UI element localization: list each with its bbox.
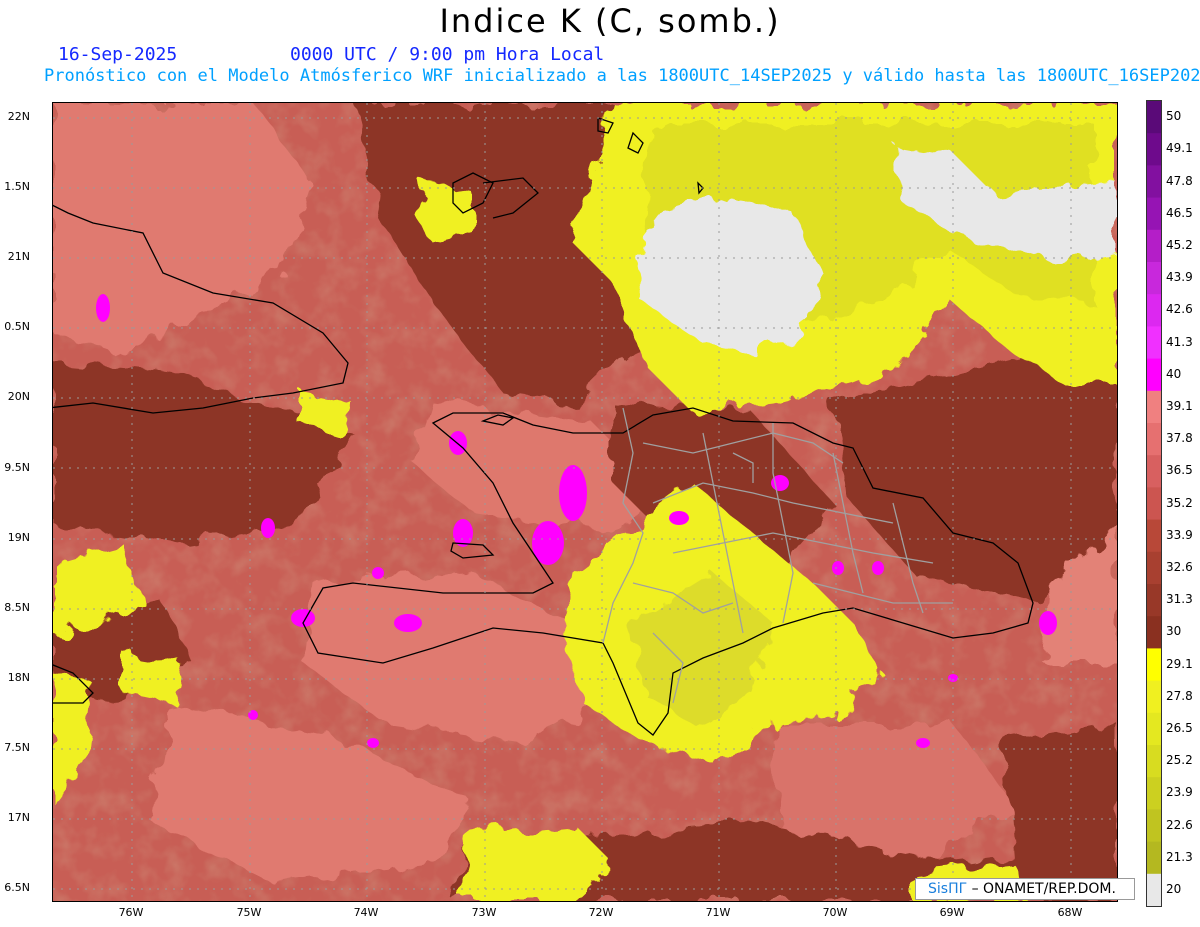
lon-label: 71W [705, 906, 731, 919]
lon-label: 74W [353, 906, 379, 919]
colorbar-label: 21.3 [1166, 849, 1193, 864]
colorbar-swatch [1147, 294, 1161, 327]
high-k-cell [261, 518, 275, 538]
colorbar-swatch [1147, 262, 1161, 295]
high-k-cell [372, 567, 384, 579]
lat-label: 8.5N [4, 601, 30, 614]
colorbar-swatch [1147, 423, 1161, 456]
onamet-credit: SisПГ – ONAMET/REP.DOM. [915, 878, 1135, 900]
sispi-logo: SisПГ [928, 881, 968, 897]
colorbar-label: 47.8 [1166, 173, 1193, 188]
lat-label: 19N [7, 531, 30, 544]
high-k-cell [96, 294, 110, 322]
colorbar-swatch [1147, 809, 1161, 843]
colorbar-swatch [1147, 455, 1161, 488]
lat-label: 21N [7, 250, 30, 263]
colorbar-label: 45.2 [1166, 237, 1193, 252]
colorbar-label: 22.6 [1166, 817, 1193, 832]
colorbar-label: 30 [1166, 624, 1182, 639]
lon-label: 72W [588, 906, 614, 919]
colorbar-label: 32.6 [1166, 559, 1193, 574]
colorbar-swatch [1147, 841, 1161, 875]
lon-label: 70W [822, 906, 848, 919]
colorbar-swatch [1147, 197, 1161, 231]
colorbar-swatch [1147, 680, 1161, 714]
lat-label: 1.5N [4, 180, 30, 193]
high-k-cell [367, 738, 379, 748]
lon-label: 73W [471, 906, 497, 919]
lon-label: 69W [939, 906, 965, 919]
model-run-info: Pronóstico con el Modelo Atmósferico WRF… [44, 66, 1200, 86]
high-k-cell [832, 561, 844, 575]
colorbar-label: 35.2 [1166, 495, 1193, 510]
high-k-cell [559, 465, 587, 521]
colorbar-label: 29.1 [1166, 656, 1193, 671]
forecast-time: 0000 UTC / 9:00 pm Hora Local [290, 44, 605, 65]
colorbar-label: 31.3 [1166, 592, 1193, 607]
lat-label: 7.5N [4, 741, 30, 754]
colorbar [1146, 100, 1162, 907]
map-title: Indice K (C, somb.) [439, 2, 781, 40]
colorbar-label: 37.8 [1166, 431, 1193, 446]
colorbar-swatch [1147, 390, 1161, 424]
high-k-cell [872, 561, 884, 575]
colorbar-swatch [1147, 712, 1161, 746]
lat-label: 6.5N [4, 881, 30, 894]
colorbar-swatch [1147, 133, 1161, 166]
lat-label: 0.5N [4, 320, 30, 333]
colorbar-swatch [1147, 229, 1161, 263]
lat-label: 9.5N [4, 461, 30, 474]
colorbar-label: 49.1 [1166, 141, 1193, 156]
colorbar-swatch [1147, 551, 1161, 585]
colorbar-label: 25.2 [1166, 753, 1193, 768]
colorbar-swatch [1147, 165, 1161, 199]
colorbar-label: 26.5 [1166, 720, 1193, 735]
credit-text: – ONAMET/REP.DOM. [967, 881, 1116, 897]
colorbar-swatch [1147, 487, 1161, 521]
colorbar-swatch [1147, 648, 1161, 682]
colorbar-label: 46.5 [1166, 205, 1193, 220]
colorbar-label: 43.9 [1166, 270, 1193, 285]
colorbar-swatch [1147, 584, 1161, 617]
colorbar-label: 41.3 [1166, 334, 1193, 349]
colorbar-label: 23.9 [1166, 785, 1193, 800]
lat-label: 22N [7, 110, 30, 123]
colorbar-label: 33.9 [1166, 527, 1193, 542]
high-k-cell [669, 511, 689, 525]
forecast-date: 16-Sep-2025 [58, 44, 178, 65]
lon-label: 75W [236, 906, 262, 919]
colorbar-label: 20 [1166, 881, 1182, 896]
colorbar-label: 39.1 [1166, 398, 1193, 413]
colorbar-swatch [1147, 101, 1161, 134]
colorbar-label: 36.5 [1166, 463, 1193, 478]
colorbar-swatch [1147, 745, 1161, 778]
lon-label: 76W [118, 906, 144, 919]
high-k-cell [394, 614, 422, 632]
colorbar-swatch [1147, 358, 1161, 392]
colorbar-label: 50 [1166, 109, 1182, 124]
colorbar-swatch [1147, 519, 1161, 553]
colorbar-label: 42.6 [1166, 302, 1193, 317]
colorbar-swatch [1147, 873, 1161, 906]
dark-zone-se-corner [1003, 723, 1117, 883]
colorbar-label: 40 [1166, 366, 1182, 381]
lat-label: 20N [7, 390, 30, 403]
k-index-map [52, 102, 1118, 902]
lat-label: 18N [7, 671, 30, 684]
forecast-date-line: 16-Sep-2025 0000 UTC / 9:00 pm Hora Loca… [58, 44, 604, 65]
lon-label: 68W [1057, 906, 1083, 919]
lat-label: 17N [7, 811, 30, 824]
colorbar-swatch [1147, 326, 1161, 360]
colorbar-swatch [1147, 777, 1161, 810]
high-k-cell [916, 738, 930, 748]
colorbar-swatch [1147, 616, 1161, 649]
high-k-cell [1039, 611, 1057, 635]
colorbar-label: 27.8 [1166, 688, 1193, 703]
